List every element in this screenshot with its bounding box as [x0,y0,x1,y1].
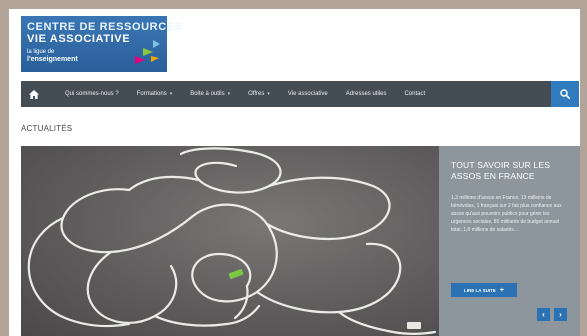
slide-photo [27,147,437,335]
slider-prev-button[interactable]: ‹ [537,308,550,321]
slide-text: 1,3 millions d'assos en France, 13 milli… [451,195,562,233]
nav-item-label: Boite à outils [190,91,225,97]
chevron-down-icon: ▾ [169,91,173,97]
nav-item-vie-associative[interactable]: Vie associative [288,91,328,97]
slide-title[interactable]: TOUT SAVOIR SUR LES ASSOS EN FRANCE [451,160,570,182]
nav-item-label: Vie associative [287,91,328,97]
nav-item-label: Offres [248,91,265,97]
nav-item-label: Adresses utiles [345,91,387,97]
logo-line1: CENTRE DE RESSOURCES [27,21,183,33]
chevron-left-icon: ‹ [542,310,545,319]
read-more-label: LIRE LA SUITE [464,287,496,293]
nav-item-adresses-utiles[interactable]: Adresses utiles [346,91,387,97]
nav-item-qui-sommes-nous[interactable]: Qui sommes-nous ? [65,91,119,97]
plus-icon: + [499,286,504,294]
nav-item-contact[interactable]: Contact [404,91,425,97]
logo-arrows-icon [135,40,160,64]
search-icon [560,89,570,99]
page: CENTRE DE RESSOURCES VIE ASSOCIATIVE la … [9,9,580,336]
slider-next-button[interactable]: › [554,308,567,321]
slide-image[interactable] [21,146,439,336]
chevron-right-icon: › [559,310,562,319]
nav-item-offres[interactable]: Offres ▾ [248,91,270,97]
home-icon [29,89,39,99]
nav-item-label: Formations [136,91,167,97]
section-title: ACTUALITÉS [21,124,73,133]
search-button[interactable] [551,81,579,107]
slide-panel: TOUT SAVOIR SUR LES ASSOS EN FRANCE 1,3 … [439,146,580,336]
main-nav: Qui sommes-nous ? Formations ▾ Boite à o… [21,81,579,107]
nav-item-label: Qui sommes-nous ? [65,91,119,97]
nav-item-boite-a-outils[interactable]: Boite à outils ▾ [190,91,230,97]
nav-item-label: Contact [404,91,426,97]
chevron-down-icon: ▾ [267,91,270,97]
site-logo[interactable]: CENTRE DE RESSOURCES VIE ASSOCIATIVE la … [21,16,183,72]
nav-item-formations[interactable]: Formations ▾ [137,91,173,97]
read-more-button[interactable]: LIRE LA SUITE + [451,283,517,297]
nav-home-button[interactable] [21,81,47,107]
chevron-down-icon: ▾ [227,91,231,97]
news-slider: TOUT SAVOIR SUR LES ASSOS EN FRANCE 1,3 … [21,146,580,336]
